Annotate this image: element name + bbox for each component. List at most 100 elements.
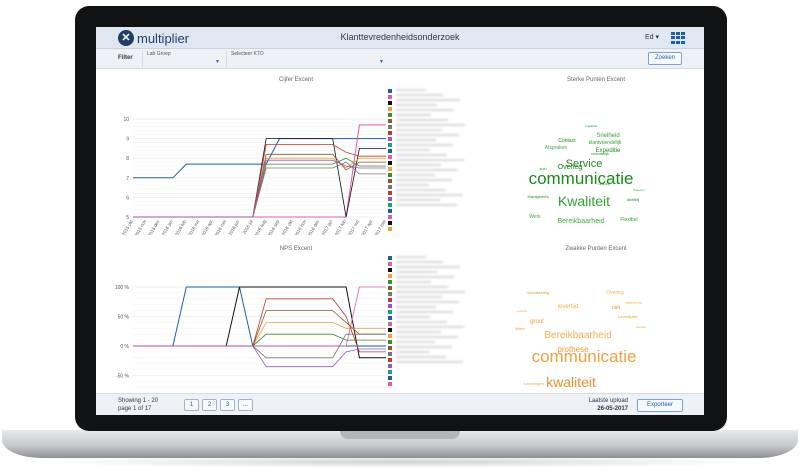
wordcloud-word: kwaliteit	[546, 374, 596, 390]
legend-swatch	[388, 352, 392, 356]
legend-swatch	[388, 107, 392, 111]
zwakke-title: Zwakke Punten Excent	[565, 246, 627, 252]
pagination-info: Showing 1 - 20 page 1 of 17	[118, 397, 158, 413]
cijfer-legend-swatches	[388, 89, 392, 233]
user-name: Ed	[645, 34, 654, 41]
legend-swatch	[388, 274, 392, 278]
legend-label-blurred	[396, 164, 441, 166]
legend-label-blurred	[396, 306, 436, 308]
user-menu[interactable]: Ed ▾	[645, 33, 659, 41]
legend-swatch	[388, 167, 392, 171]
wordcloud-word: Bereikbaarheid	[557, 218, 604, 225]
upload-date: 26-05-2017	[597, 406, 628, 412]
legend-label-blurred	[396, 89, 426, 91]
legend-label-blurred	[396, 326, 464, 328]
wordcloud-word: prothese	[557, 345, 589, 354]
wordcloud-word: levertijd	[558, 304, 579, 310]
legend-label-blurred	[396, 351, 429, 353]
legend-swatch	[388, 376, 392, 380]
wordcloud-word: redactie	[517, 309, 528, 313]
y-tick-label: 8	[126, 156, 129, 162]
wordcloud-word: afleveren	[626, 300, 642, 305]
x-tick-label: 2016 mei	[213, 219, 227, 235]
legend-label-blurred	[396, 346, 452, 348]
legend-label-blurred	[396, 341, 435, 343]
legend-label-blurred	[396, 266, 460, 268]
legend-swatch	[388, 346, 392, 350]
x-tick-label: 2017 mei	[373, 219, 387, 235]
apps-grid-icon[interactable]	[671, 32, 685, 44]
legend-label-blurred	[396, 134, 459, 136]
legend-label-blurred	[396, 149, 430, 151]
legend-label-blurred	[396, 139, 436, 141]
legend-swatch	[388, 119, 392, 123]
legend-label-blurred	[396, 361, 463, 363]
chevron-down-icon: ▼	[379, 59, 384, 65]
legend-label-blurred	[396, 271, 437, 273]
lab-groep-select[interactable]: Lab Groep ▼	[142, 51, 222, 67]
wordcloud-word: Kwaliteit	[558, 193, 610, 209]
legend-swatch	[388, 173, 392, 177]
x-tick-label: 2015 okt	[121, 218, 134, 235]
legend-swatch	[388, 197, 392, 201]
legend-swatch	[388, 227, 392, 231]
x-tick-label: 2016 jan	[161, 219, 174, 235]
x-tick-label: 2016 sep	[267, 219, 281, 235]
kto-select[interactable]: Selecteer KTO ▼	[226, 51, 386, 67]
legend-swatch	[388, 364, 392, 368]
legend-label-blurred	[396, 114, 431, 116]
y-tick-label: 6	[126, 195, 129, 201]
legend-swatch	[388, 161, 392, 165]
page-button-more[interactable]: ...	[238, 399, 253, 411]
y-tick-label: 7	[126, 176, 129, 182]
x-tick-label: 2015 dec	[147, 218, 161, 235]
legend-label-blurred	[396, 256, 426, 258]
upload-label: Laatste upload	[588, 398, 628, 404]
legend-swatch	[388, 221, 392, 225]
legend-swatch	[388, 113, 392, 117]
legend-label-blurred	[396, 119, 448, 121]
wordcloud-word: Afspraken	[545, 145, 568, 151]
last-upload: Laatste upload 26-05-2017	[584, 397, 628, 413]
wordcloud-word: groot	[530, 319, 544, 325]
x-tick-label: 2017 mrt	[347, 218, 361, 235]
x-tick-label: 2017 apr	[360, 219, 373, 235]
legend-swatch	[388, 191, 392, 195]
legend-label-blurred	[396, 321, 447, 323]
x-tick-label: 2016 nov	[293, 218, 307, 235]
nps-legend-swatches	[388, 256, 392, 388]
legend-swatch	[388, 358, 392, 362]
legend-label-blurred	[396, 336, 458, 338]
filter-bar: Filter Lab Groep ▼ Selecteer KTO ▼ Zoeke…	[96, 49, 704, 69]
x-tick-label: 2016 jul	[241, 219, 253, 235]
legend-label-blurred	[396, 154, 447, 156]
legend-swatch	[388, 256, 392, 260]
filter-label: Filter	[118, 55, 133, 61]
legend-label-blurred	[396, 261, 443, 263]
legend-swatch	[388, 370, 392, 374]
legend-label-blurred	[396, 169, 458, 171]
y-tick-label: 9	[126, 137, 129, 143]
wordcloud-word: Klantgericht	[527, 194, 549, 199]
lab-groep-label: Lab Groep	[147, 51, 171, 57]
search-button[interactable]: Zoeken	[648, 52, 682, 65]
wordcloud-word: frames	[636, 325, 646, 329]
wordcloud-word: Overleg	[558, 164, 583, 171]
page-button-3[interactable]: 3	[220, 399, 235, 411]
x-tick-label: 2016 jun	[227, 219, 240, 235]
legend-swatch	[388, 340, 392, 344]
page-button-1[interactable]: 1	[184, 399, 199, 411]
legend-swatch	[388, 322, 392, 326]
page-button-2[interactable]: 2	[202, 399, 217, 411]
legend-swatch	[388, 334, 392, 338]
wordcloud-word: Levering	[598, 182, 610, 186]
page-text: page 1 of 17	[118, 406, 152, 412]
wordcloud-word: dichtbij	[627, 197, 640, 202]
x-tick-label: 2016 okt	[281, 218, 294, 235]
legend-swatch	[388, 125, 392, 129]
export-button[interactable]: Exporteer	[637, 399, 683, 412]
y-tick-label: 10	[123, 117, 129, 123]
legend-swatch	[388, 298, 392, 302]
legend-label-blurred	[396, 331, 441, 333]
wordcloud-word: Leveringen	[524, 381, 544, 386]
